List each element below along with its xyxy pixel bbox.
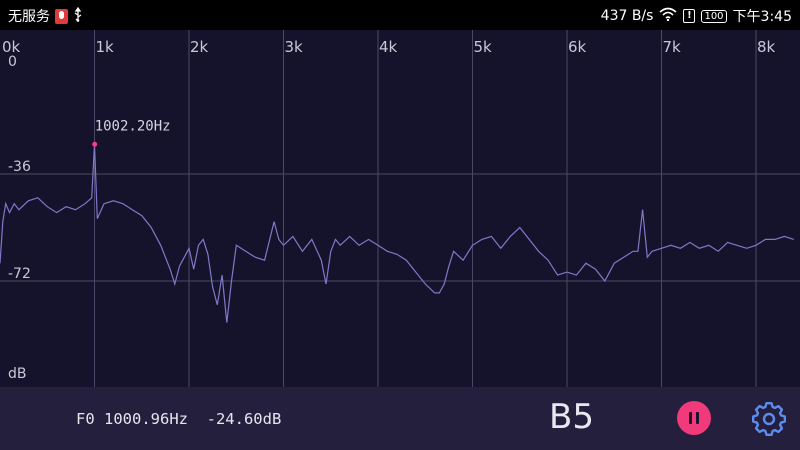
time-text: 下午3:45 — [732, 9, 792, 25]
pause-icon-bar — [696, 412, 699, 424]
wifi-icon — [659, 7, 677, 25]
grid-lines — [0, 30, 800, 387]
status-right-group: 437 B/s ! 100 下午3:45 — [601, 6, 792, 26]
x-tick-label: 7k — [663, 38, 682, 56]
settings-button[interactable] — [749, 399, 789, 439]
usb-icon — [73, 6, 83, 26]
y-tick-label: 0 — [8, 54, 17, 70]
note-name: B5 — [549, 397, 594, 437]
x-tick-label: 5k — [474, 38, 493, 56]
gear-icon — [752, 402, 786, 436]
pause-icon — [689, 412, 692, 424]
spectrum-trace — [0, 144, 794, 323]
x-tick-label: 2k — [190, 38, 209, 56]
status-bar: 无服务 437 B/s ! 100 下午3:45 — [0, 0, 800, 30]
app-window: 无服务 437 B/s ! 100 下午3:45 0k 1k 2k 3k 4k … — [0, 0, 800, 450]
x-tick-label: 4k — [379, 38, 398, 56]
spectrum-plot[interactable]: 0k 1k 2k 3k 4k 5k 6k 7k 8k 0 -36 -72 1002.20Hz dB — [0, 30, 800, 387]
db-unit-label: dB — [8, 366, 27, 382]
mic-icon — [55, 8, 68, 24]
carrier-text: 无服务 — [8, 9, 50, 25]
y-tick-label: -72 — [8, 266, 31, 282]
net-speed-text: 437 B/s — [600, 8, 654, 24]
x-tick-label: 8k — [757, 38, 776, 56]
x-tick-label: 3k — [285, 38, 304, 56]
pause-button[interactable] — [677, 401, 711, 435]
spectrum-svg: 0k 1k 2k 3k 4k 5k 6k 7k 8k0-36-72 1002.20Hz dB — [0, 30, 800, 387]
peak-marker — [92, 141, 98, 147]
tick-labels: 0k 1k 2k 3k 4k 5k 6k 7k 8k0-36-72 — [2, 38, 776, 282]
x-tick-label: 1k — [96, 38, 115, 56]
peak-frequency-label: 1002.20Hz — [95, 118, 171, 134]
f0-readout: F0 1000.96Hz -24.60dB — [76, 410, 282, 428]
battery-icon: 100 — [701, 9, 727, 23]
y-tick-label: -36 — [8, 159, 31, 175]
x-tick-label: 6k — [568, 38, 587, 56]
alert-icon: ! — [683, 9, 696, 23]
status-left-group: 无服务 — [8, 6, 83, 26]
